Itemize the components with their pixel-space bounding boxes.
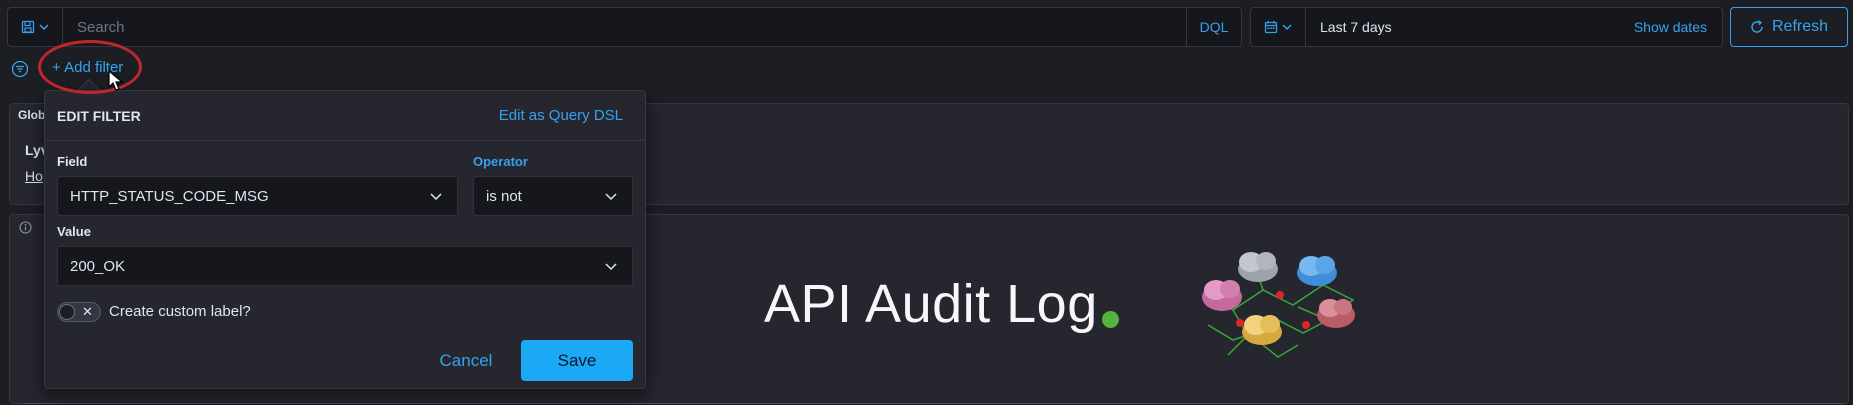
date-range-label[interactable]: Last 7 days	[1306, 19, 1634, 35]
query-bar: DQL	[7, 7, 1242, 47]
operator-select-value: is not	[486, 187, 522, 205]
panel-link[interactable]: Ho	[25, 168, 43, 184]
toggle-knob	[59, 304, 75, 320]
save-button[interactable]: Save	[521, 340, 633, 381]
chevron-down-icon	[605, 263, 617, 271]
operator-select[interactable]: is not	[473, 176, 633, 216]
field-select[interactable]: HTTP_STATUS_CODE_MSG	[57, 176, 458, 216]
panel-heading: API Audit Log	[764, 274, 1098, 334]
value-select[interactable]: 200_OK	[57, 246, 633, 286]
custom-label-text: Create custom label?	[109, 303, 251, 320]
edit-filter-popover: EDIT FILTER Edit as Query DSL Field HTTP…	[44, 90, 646, 389]
info-icon[interactable]	[19, 221, 32, 234]
saved-query-button[interactable]	[8, 8, 63, 46]
close-icon: ✕	[82, 304, 93, 319]
date-quick-menu-button[interactable]	[1251, 8, 1306, 46]
panel-title: Glob	[18, 108, 46, 122]
custom-label-toggle[interactable]: ✕	[57, 302, 101, 322]
status-dot	[1102, 311, 1119, 328]
popover-title: EDIT FILTER	[57, 107, 141, 124]
save-icon	[21, 20, 35, 34]
search-input[interactable]	[63, 8, 1186, 46]
cloud-network-illustration	[1202, 252, 1355, 358]
divider	[24, 403, 1844, 404]
query-language-button[interactable]: DQL	[1186, 8, 1241, 46]
refresh-icon	[1751, 20, 1763, 33]
date-picker: Last 7 days Show dates	[1250, 7, 1723, 47]
show-dates-link[interactable]: Show dates	[1634, 19, 1722, 35]
refresh-button[interactable]: Refresh	[1730, 7, 1848, 47]
chevron-down-icon	[430, 193, 442, 201]
value-select-value: 200_OK	[70, 257, 126, 275]
chevron-down-icon	[39, 24, 49, 31]
refresh-label: Refresh	[1771, 18, 1829, 35]
cancel-button[interactable]: Cancel	[429, 342, 503, 380]
mouse-cursor-icon	[108, 70, 124, 91]
field-label: Field	[57, 154, 88, 169]
calendar-icon	[1264, 21, 1278, 34]
chevron-down-icon	[605, 193, 617, 201]
value-label: Value	[57, 224, 91, 239]
edit-as-query-dsl-link[interactable]: Edit as Query DSL	[499, 107, 633, 124]
popover-header: EDIT FILTER Edit as Query DSL	[45, 91, 645, 141]
operator-label: Operator	[473, 154, 528, 169]
chevron-down-icon	[1282, 24, 1292, 31]
field-select-value: HTTP_STATUS_CODE_MSG	[70, 187, 269, 205]
filter-icon[interactable]	[11, 60, 29, 78]
